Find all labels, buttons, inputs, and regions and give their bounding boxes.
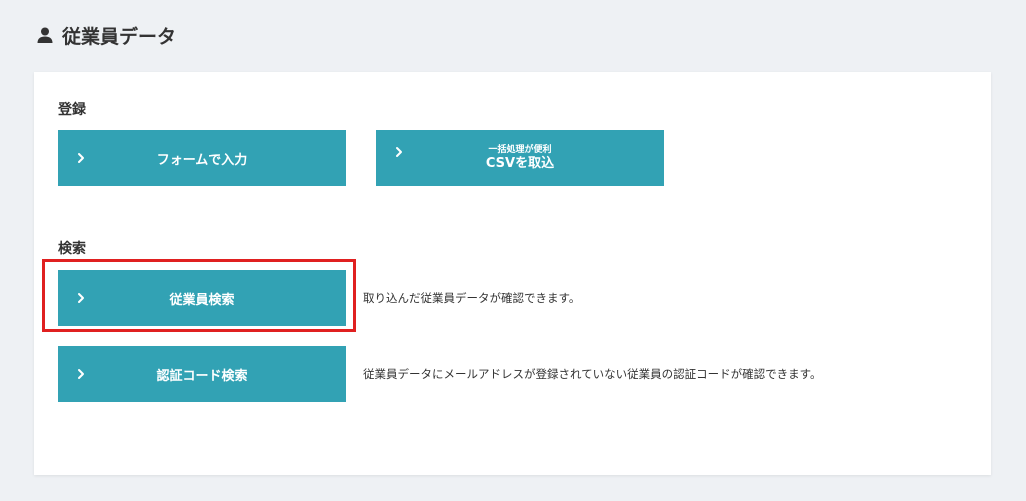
page-header: 従業員データ xyxy=(36,20,176,50)
employee-search-description: 取り込んだ従業員データが確認できます。 xyxy=(363,291,581,305)
csv-import-label: CSVを取込 xyxy=(485,155,555,171)
auth-code-search-button[interactable]: 認証コード検索 xyxy=(58,346,346,402)
form-input-button-label: フォームで入力 xyxy=(156,152,248,168)
auth-code-search-description: 従業員データにメールアドレスが登録されていない従業員の認証コードが確認できます。 xyxy=(363,367,822,381)
user-icon xyxy=(37,27,53,43)
employee-search-button-label: 従業員検索 xyxy=(169,292,235,308)
csv-import-button[interactable]: 一括処理が便利 CSVを取込 xyxy=(376,130,664,186)
section-label-search: 検索 xyxy=(58,241,86,257)
csv-import-button-text: 一括処理が便利 CSVを取込 xyxy=(486,145,554,171)
page-title: 従業員データ xyxy=(62,25,177,48)
chevron-right-icon xyxy=(78,369,84,379)
chevron-right-icon xyxy=(78,153,84,163)
form-input-button[interactable]: フォームで入力 xyxy=(58,130,346,186)
employee-search-button[interactable]: 従業員検索 xyxy=(58,270,346,326)
chevron-right-icon xyxy=(78,293,84,303)
section-label-register: 登録 xyxy=(58,102,86,118)
auth-code-search-button-label: 認証コード検索 xyxy=(156,368,248,384)
chevron-right-icon xyxy=(396,147,402,157)
csv-import-sub-label: 一括処理が便利 xyxy=(488,144,552,155)
